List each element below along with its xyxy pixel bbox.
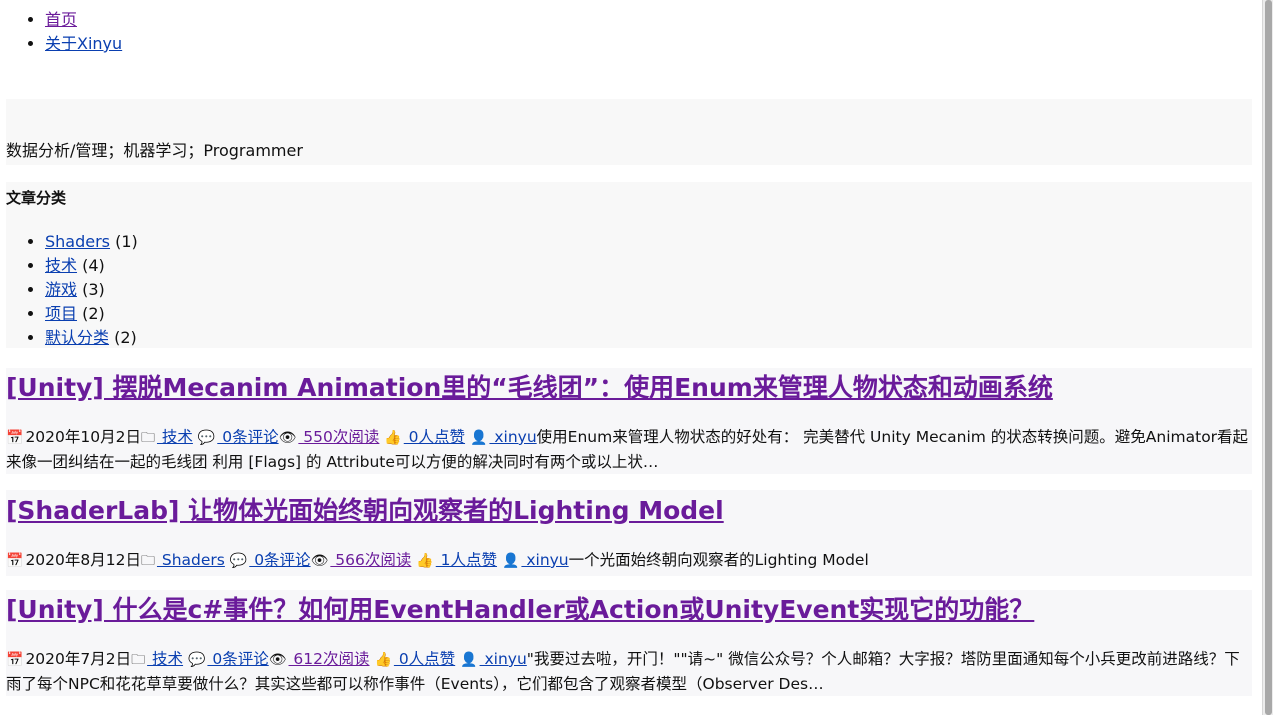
eye-icon: 👁 bbox=[268, 652, 287, 668]
post-category-link[interactable]: 技术 bbox=[157, 428, 193, 446]
post-excerpt: 使用Enum来管理人物状态的好处有： 完美替代 Unity Mecanim 的状… bbox=[6, 428, 1249, 471]
folder-icon: 🗀 bbox=[140, 553, 155, 569]
post-category-link[interactable]: Shaders bbox=[157, 551, 225, 569]
category-item: 游戏 (3) bbox=[45, 278, 138, 302]
vertical-scrollbar[interactable] bbox=[1262, 0, 1273, 715]
post-title-link[interactable]: [ShaderLab] 让物体光面始终朝向观察者的Lighting Model bbox=[6, 496, 724, 525]
post-title: [Unity] 摆脱Mecanim Animation里的“毛线团”：使用Enu… bbox=[6, 372, 1053, 404]
post-comments-link[interactable]: 0条评论 bbox=[249, 551, 310, 569]
category-item: 项目 (2) bbox=[45, 302, 138, 326]
nav-item-about: 关于Xinyu bbox=[45, 32, 122, 56]
calendar-icon: 📅 bbox=[6, 430, 24, 446]
post-views-link[interactable]: 612次阅读 bbox=[289, 650, 369, 668]
thumb-up-icon: 👍 bbox=[384, 430, 402, 446]
category-item: 默认分类 (2) bbox=[45, 326, 138, 350]
post-likes-link[interactable]: 0人点赞 bbox=[404, 428, 465, 446]
post-meta: 📅 2020年8月12日🗀 Shaders 💬 0条评论👁 566次阅读 👍 1人… bbox=[6, 548, 1252, 573]
eye-icon: 👁 bbox=[310, 553, 329, 569]
category-link-games[interactable]: 游戏 bbox=[45, 280, 77, 299]
post-meta: 📅 2020年7月2日🗀 技术 💬 0条评论👁 612次阅读 👍 0人点赞 👤 x… bbox=[6, 647, 1252, 696]
post-title-link[interactable]: [Unity] 摆脱Mecanim Animation里的“毛线团”：使用Enu… bbox=[6, 373, 1053, 402]
nav-link-about[interactable]: 关于Xinyu bbox=[45, 34, 122, 53]
folder-icon: 🗀 bbox=[140, 430, 155, 446]
category-count: (2) bbox=[114, 328, 137, 347]
post-likes-link[interactable]: 1人点赞 bbox=[436, 551, 497, 569]
category-count: (4) bbox=[82, 256, 105, 275]
category-count: (3) bbox=[82, 280, 105, 299]
comment-icon: 💬 bbox=[229, 553, 248, 569]
categories-widget: 文章分类 Shaders (1) 技术 (4) 游戏 (3) 项目 (2) 默认… bbox=[6, 182, 1252, 348]
post-title-link[interactable]: [Unity] 什么是c#事件？如何用EventHandler或Action或U… bbox=[6, 595, 1034, 624]
site-tagline: 数据分析/管理；机器学习；Programmer bbox=[6, 141, 303, 160]
nav-link-home[interactable]: 首页 bbox=[45, 10, 77, 29]
user-icon: 👤 bbox=[460, 652, 478, 668]
post-author-link[interactable]: xinyu bbox=[521, 551, 568, 569]
category-link-projects[interactable]: 项目 bbox=[45, 304, 77, 323]
post-date: 2020年8月12日 bbox=[25, 551, 141, 569]
user-icon: 👤 bbox=[501, 553, 520, 569]
category-count: (1) bbox=[115, 232, 138, 251]
post-title: [Unity] 什么是c#事件？如何用EventHandler或Action或U… bbox=[6, 594, 1034, 626]
post-date: 2020年10月2日 bbox=[25, 428, 141, 446]
thumb-up-icon: 👍 bbox=[374, 652, 392, 668]
folder-icon: 🗀 bbox=[131, 652, 146, 668]
post-meta: 📅 2020年10月2日🗀 技术 💬 0条评论👁 550次阅读 👍 0人点赞 👤 … bbox=[6, 425, 1252, 474]
post-author-link[interactable]: xinyu bbox=[489, 428, 536, 446]
post-comments-link[interactable]: 0条评论 bbox=[217, 428, 278, 446]
post-excerpt: 一个光面始终朝向观察者的Lighting Model bbox=[568, 551, 869, 569]
nav-item-home: 首页 bbox=[45, 8, 122, 32]
comment-icon: 💬 bbox=[197, 430, 216, 446]
post-title: [ShaderLab] 让物体光面始终朝向观察者的Lighting Model bbox=[6, 495, 724, 527]
site-tagline-panel: 数据分析/管理；机器学习；Programmer bbox=[6, 99, 1252, 165]
post-author-link[interactable]: xinyu bbox=[480, 650, 526, 668]
post-likes-link[interactable]: 0人点赞 bbox=[394, 650, 455, 668]
post-comments-link[interactable]: 0条评论 bbox=[207, 650, 268, 668]
post-card: [ShaderLab] 让物体光面始终朝向观察者的Lighting Model … bbox=[6, 490, 1252, 576]
post-card: [Unity] 什么是c#事件？如何用EventHandler或Action或U… bbox=[6, 590, 1252, 696]
user-icon: 👤 bbox=[469, 430, 488, 446]
post-card: [Unity] 摆脱Mecanim Animation里的“毛线团”：使用Enu… bbox=[6, 368, 1252, 474]
category-item: Shaders (1) bbox=[45, 230, 138, 254]
post-date: 2020年7月2日 bbox=[25, 650, 132, 668]
comment-icon: 💬 bbox=[187, 652, 206, 668]
calendar-icon: 📅 bbox=[6, 652, 24, 668]
post-views-link[interactable]: 566次阅读 bbox=[330, 551, 411, 569]
categories-heading: 文章分类 bbox=[6, 189, 67, 207]
scrollbar-thumb[interactable] bbox=[1265, 0, 1272, 715]
eye-icon: 👁 bbox=[278, 430, 297, 446]
calendar-icon: 📅 bbox=[6, 553, 24, 569]
category-item: 技术 (4) bbox=[45, 254, 138, 278]
category-count: (2) bbox=[82, 304, 105, 323]
category-link-tech[interactable]: 技术 bbox=[45, 256, 77, 275]
category-link-shaders[interactable]: Shaders bbox=[45, 232, 110, 251]
post-views-link[interactable]: 550次阅读 bbox=[298, 428, 379, 446]
post-category-link[interactable]: 技术 bbox=[147, 650, 183, 668]
category-link-default[interactable]: 默认分类 bbox=[45, 328, 109, 347]
categories-list: Shaders (1) 技术 (4) 游戏 (3) 项目 (2) 默认分类 (2… bbox=[45, 230, 138, 350]
top-nav: 首页 关于Xinyu bbox=[0, 8, 122, 56]
thumb-up-icon: 👍 bbox=[416, 553, 434, 569]
